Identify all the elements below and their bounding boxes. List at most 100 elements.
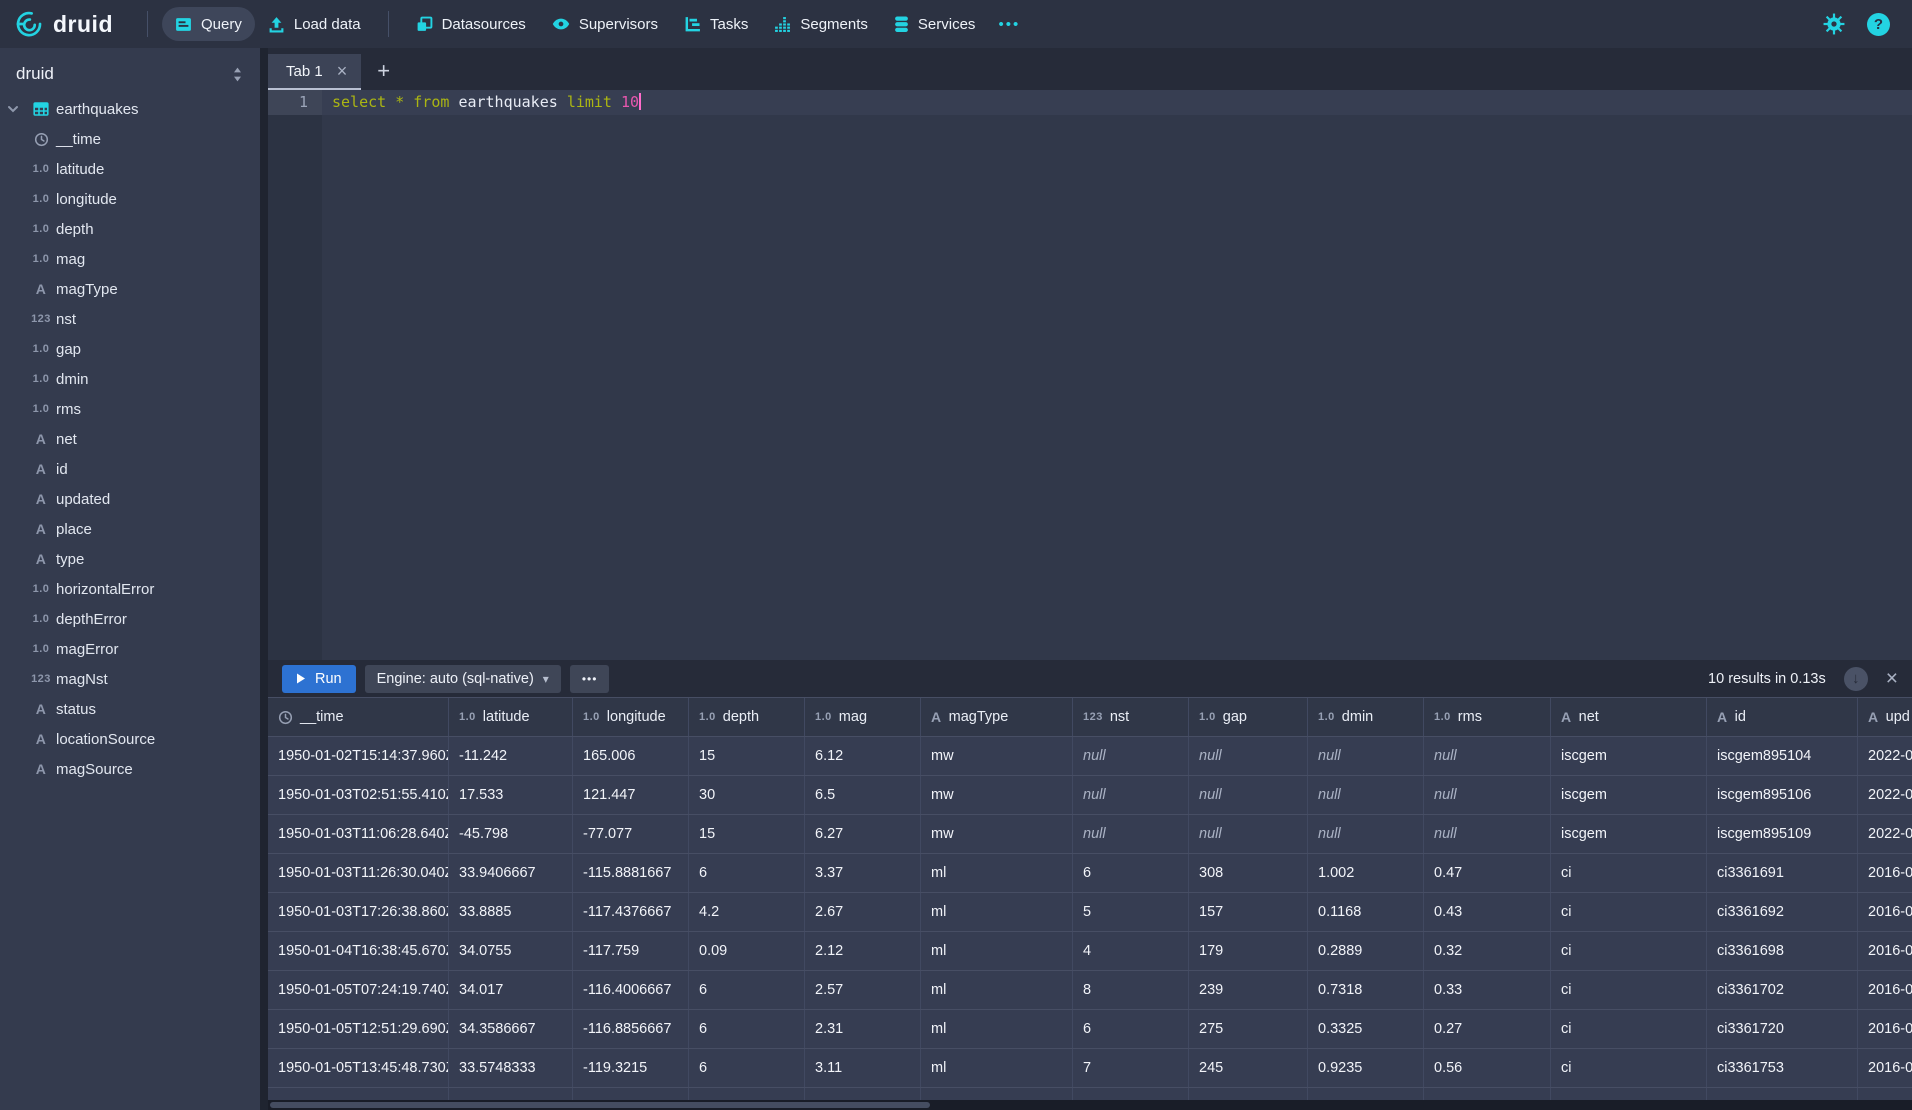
column-item-magError[interactable]: 1.0magError: [0, 634, 260, 664]
table-cell[interactable]: ci3361702: [1707, 971, 1858, 1009]
table-cell[interactable]: 1950-01-05T12:51:29.690Z: [268, 1010, 449, 1048]
table-cell[interactable]: ml: [921, 893, 1073, 931]
tab-close-icon[interactable]: ×: [337, 62, 348, 80]
nav-services[interactable]: Services: [881, 7, 989, 41]
table-cell[interactable]: -116.4006667: [573, 971, 689, 1009]
run-button[interactable]: Run: [282, 665, 356, 693]
table-cell[interactable]: 1950-01-02T15:14:37.960Z: [268, 737, 449, 775]
table-cell[interactable]: null: [1189, 815, 1308, 853]
table-cell[interactable]: 4.2: [689, 893, 805, 931]
table-cell[interactable]: 2016-0: [1858, 1049, 1912, 1087]
table-cell[interactable]: 6: [1073, 854, 1189, 892]
table-cell[interactable]: ci3361692: [1707, 893, 1858, 931]
table-cell[interactable]: 2016-0: [1858, 1010, 1912, 1048]
close-results-icon[interactable]: ×: [1886, 668, 1898, 689]
table-cell[interactable]: 0.43: [1424, 893, 1551, 931]
column-item-latitude[interactable]: 1.0latitude: [0, 154, 260, 184]
table-cell[interactable]: 2.57: [805, 971, 921, 1009]
help-icon[interactable]: ?: [1867, 13, 1890, 36]
query-more-button[interactable]: •••: [570, 665, 610, 693]
table-cell[interactable]: ml: [921, 1049, 1073, 1087]
sql-editor[interactable]: 1 select * from earthquakes limit 10: [268, 90, 1912, 660]
editor-code-area[interactable]: 1 select * from earthquakes limit 10: [268, 90, 1912, 115]
table-cell[interactable]: null: [1189, 776, 1308, 814]
add-tab-button[interactable]: +: [377, 60, 390, 82]
nav-segments[interactable]: Segments: [761, 7, 881, 41]
column-header-depth[interactable]: 1.0depth: [689, 698, 805, 736]
table-cell[interactable]: 6: [1073, 1010, 1189, 1048]
table-cell[interactable]: -116.8856667: [573, 1010, 689, 1048]
column-item-gap[interactable]: 1.0gap: [0, 334, 260, 364]
table-cell[interactable]: null: [1073, 815, 1189, 853]
table-cell[interactable]: 2.67: [805, 893, 921, 931]
table-cell[interactable]: ml: [921, 1010, 1073, 1048]
column-item-depthError[interactable]: 1.0depthError: [0, 604, 260, 634]
table-cell[interactable]: 2022-0: [1858, 815, 1912, 853]
table-cell[interactable]: ci3361720: [1707, 1010, 1858, 1048]
table-cell[interactable]: 165.006: [573, 737, 689, 775]
table-cell[interactable]: 1950-01-03T17:26:38.860Z: [268, 893, 449, 931]
table-cell[interactable]: ci: [1551, 1010, 1707, 1048]
table-cell[interactable]: 0.33: [1424, 971, 1551, 1009]
table-cell[interactable]: 1950-01-04T16:38:45.670Z: [268, 932, 449, 970]
table-cell[interactable]: ci: [1551, 893, 1707, 931]
table-cell[interactable]: ci3361753: [1707, 1049, 1858, 1087]
table-cell[interactable]: 1950-01-05T07:24:19.740Z: [268, 971, 449, 1009]
table-cell[interactable]: iscgem895109: [1707, 815, 1858, 853]
table-cell[interactable]: 0.32: [1424, 932, 1551, 970]
engine-select-button[interactable]: Engine: auto (sql-native) ▾: [365, 665, 561, 693]
table-cell[interactable]: 34.0755: [449, 932, 573, 970]
nav-supervisors[interactable]: Supervisors: [539, 7, 671, 41]
horizontal-scrollbar[interactable]: [268, 1100, 1912, 1110]
table-cell[interactable]: 308: [1189, 854, 1308, 892]
table-cell[interactable]: 2016-0: [1858, 893, 1912, 931]
column-header-dmin[interactable]: 1.0dmin: [1308, 698, 1424, 736]
table-cell[interactable]: 33.9406667: [449, 854, 573, 892]
table-cell[interactable]: 0.56: [1424, 1049, 1551, 1087]
column-header-id[interactable]: Aid: [1707, 698, 1858, 736]
table-cell[interactable]: 7: [1073, 1049, 1189, 1087]
table-cell[interactable]: 6: [689, 971, 805, 1009]
table-cell[interactable]: null: [1424, 776, 1551, 814]
table-cell[interactable]: null: [1308, 815, 1424, 853]
table-cell[interactable]: -77.077: [573, 815, 689, 853]
table-cell[interactable]: -119.3215: [573, 1049, 689, 1087]
editor-line-1[interactable]: 1 select * from earthquakes limit 10: [268, 90, 1912, 115]
column-item-dmin[interactable]: 1.0dmin: [0, 364, 260, 394]
table-cell[interactable]: 2016-0: [1858, 971, 1912, 1009]
table-cell[interactable]: 0.47: [1424, 854, 1551, 892]
column-item-status[interactable]: Astatus: [0, 694, 260, 724]
table-cell[interactable]: -117.4376667: [573, 893, 689, 931]
column-item-magType[interactable]: AmagType: [0, 274, 260, 304]
table-cell[interactable]: 179: [1189, 932, 1308, 970]
table-cell[interactable]: -117.759: [573, 932, 689, 970]
column-item-magNst[interactable]: 123magNst: [0, 664, 260, 694]
table-cell[interactable]: mw: [921, 776, 1073, 814]
column-item-magSource[interactable]: AmagSource: [0, 754, 260, 784]
table-cell[interactable]: null: [1189, 737, 1308, 775]
table-cell[interactable]: ci3361691: [1707, 854, 1858, 892]
table-cell[interactable]: 6.5: [805, 776, 921, 814]
table-cell[interactable]: 15: [689, 737, 805, 775]
table-cell[interactable]: 4: [1073, 932, 1189, 970]
table-cell[interactable]: 157: [1189, 893, 1308, 931]
table-cell[interactable]: -45.798: [449, 815, 573, 853]
column-header-net[interactable]: Anet: [1551, 698, 1707, 736]
table-cell[interactable]: 2.12: [805, 932, 921, 970]
table-cell[interactable]: ci: [1551, 854, 1707, 892]
table-cell[interactable]: 33.8885: [449, 893, 573, 931]
table-cell[interactable]: ci3361698: [1707, 932, 1858, 970]
table-cell[interactable]: 0.09: [689, 932, 805, 970]
column-header-gap[interactable]: 1.0gap: [1189, 698, 1308, 736]
table-cell[interactable]: 0.3325: [1308, 1010, 1424, 1048]
column-header-latitude[interactable]: 1.0latitude: [449, 698, 573, 736]
table-cell[interactable]: 2022-0: [1858, 776, 1912, 814]
table-cell[interactable]: 3.37: [805, 854, 921, 892]
column-item-place[interactable]: Aplace: [0, 514, 260, 544]
nav-datasources[interactable]: Datasources: [403, 7, 539, 41]
table-cell[interactable]: 3.11: [805, 1049, 921, 1087]
table-cell[interactable]: ml: [921, 932, 1073, 970]
tab-tab1[interactable]: Tab 1 ×: [268, 54, 361, 90]
table-cell[interactable]: -11.242: [449, 737, 573, 775]
nav-tasks[interactable]: Tasks: [671, 7, 761, 41]
